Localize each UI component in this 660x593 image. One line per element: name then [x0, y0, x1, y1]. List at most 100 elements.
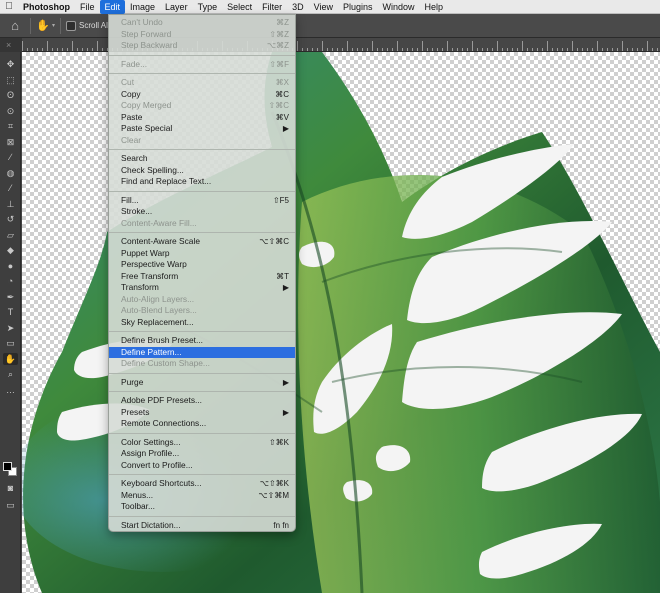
- scroll-all-checkbox[interactable]: [66, 21, 76, 31]
- menu-item-remote-connections[interactable]: Remote Connections...: [109, 418, 295, 429]
- menu-item-define-brush-preset[interactable]: Define Brush Preset...: [109, 335, 295, 346]
- menu-item-convert-to-profile[interactable]: Convert to Profile...: [109, 460, 295, 471]
- menu-item-start-dictation[interactable]: Start Dictation... fn fn: [109, 520, 295, 531]
- menu-item-can-t-undo[interactable]: Can't Undo ⌘Z: [109, 17, 295, 28]
- menu-item-step-backward[interactable]: Step Backward ⌥⌘Z: [109, 40, 295, 51]
- menu-filter[interactable]: Filter: [257, 0, 287, 14]
- menu-item-sky-replacement[interactable]: Sky Replacement...: [109, 317, 295, 328]
- menu-help[interactable]: Help: [420, 0, 449, 14]
- frame-tool-icon[interactable]: ⊠: [3, 136, 18, 148]
- menu-item-assign-profile[interactable]: Assign Profile...: [109, 448, 295, 459]
- ruler-tick: [387, 48, 388, 51]
- menu-item-copy-merged[interactable]: Copy Merged ⇧⌘C: [109, 100, 295, 111]
- brush-tool-icon[interactable]: ⁄: [3, 182, 18, 194]
- menu-edit[interactable]: Edit: [99, 0, 126, 14]
- history-brush-tool-icon[interactable]: ↺: [3, 213, 18, 225]
- menu-window[interactable]: Window: [378, 0, 420, 14]
- type-tool-icon[interactable]: T: [3, 306, 18, 318]
- apple-icon[interactable]: : [0, 1, 18, 12]
- menu-separator: [109, 190, 295, 192]
- move-tool-icon[interactable]: ✥: [3, 58, 18, 70]
- menu-item-keyboard-shortcuts[interactable]: Keyboard Shortcuts... ⌥⇧⌘K: [109, 478, 295, 489]
- menu-file[interactable]: File: [75, 0, 100, 14]
- hand-tool-icon[interactable]: ✋: [3, 352, 18, 365]
- menu-item-fill[interactable]: Fill... ⇧F5: [109, 195, 295, 206]
- menu-item-puppet-warp[interactable]: Puppet Warp: [109, 248, 295, 259]
- ruler-tick: [417, 48, 418, 51]
- menu-item-cut[interactable]: Cut ⌘X: [109, 77, 295, 88]
- chevron-down-icon[interactable]: ▾: [52, 18, 55, 34]
- marquee-tool-icon[interactable]: ⬚: [3, 74, 18, 86]
- menu-item-copy[interactable]: Copy ⌘C: [109, 89, 295, 100]
- zoom-tool-icon[interactable]: ⌕: [3, 368, 18, 380]
- ruler-tick: [32, 48, 33, 51]
- eraser-tool-icon[interactable]: ▱: [3, 229, 18, 241]
- hand-tool-preset-icon[interactable]: ✋: [36, 18, 50, 34]
- menu-item-auto-blend-layers[interactable]: Auto-Blend Layers...: [109, 305, 295, 316]
- menu-item-toolbar[interactable]: Toolbar...: [109, 501, 295, 512]
- crop-tool-icon[interactable]: ⌗: [3, 120, 18, 132]
- menu-item-shortcut: ⌥⌘Z: [266, 41, 289, 50]
- ruler-tick: [632, 48, 633, 51]
- menu-item-clear[interactable]: Clear: [109, 135, 295, 146]
- ruler-tick: [487, 48, 488, 51]
- ruler-tick: [592, 48, 593, 51]
- menu-image[interactable]: Image: [125, 0, 160, 14]
- menu-3d[interactable]: 3D: [287, 0, 309, 14]
- menu-item-menus[interactable]: Menus... ⌥⇧⌘M: [109, 490, 295, 501]
- paint-bucket-tool-icon[interactable]: ◆: [3, 244, 18, 256]
- menu-item-shortcut: ⌘Z: [276, 18, 289, 27]
- menu-item-transform[interactable]: Transform ▶: [109, 282, 295, 293]
- quick-select-tool-icon[interactable]: ⊙: [3, 105, 18, 117]
- foreground-color-swatch[interactable]: [3, 462, 12, 471]
- menu-type[interactable]: Type: [193, 0, 223, 14]
- menu-item-label: Auto-Blend Layers...: [121, 305, 197, 315]
- eyedropper-tool-icon[interactable]: ∕: [3, 151, 18, 163]
- menu-item-free-transform[interactable]: Free Transform ⌘T: [109, 271, 295, 282]
- clone-stamp-tool-icon[interactable]: ⊥: [3, 198, 18, 210]
- ruler-tick: [67, 48, 68, 51]
- menu-item-color-settings[interactable]: Color Settings... ⇧⌘K: [109, 437, 295, 448]
- home-icon[interactable]: ⌂: [7, 18, 23, 34]
- path-select-tool-icon[interactable]: ➤: [3, 322, 18, 334]
- menu-item-stroke[interactable]: Stroke...: [109, 206, 295, 217]
- ruler-tick: [42, 48, 43, 51]
- menu-item-purge[interactable]: Purge ▶: [109, 377, 295, 388]
- menu-item-perspective-warp[interactable]: Perspective Warp: [109, 259, 295, 270]
- more-tools-icon[interactable]: …: [3, 384, 18, 396]
- menu-item-paste-special[interactable]: Paste Special ▶: [109, 123, 295, 134]
- menu-view[interactable]: View: [309, 0, 338, 14]
- menu-item-content-aware-fill[interactable]: Content-Aware Fill...: [109, 218, 295, 229]
- menu-item-paste[interactable]: Paste ⌘V: [109, 112, 295, 123]
- menu-item-step-forward[interactable]: Step Forward ⇧⌘Z: [109, 29, 295, 40]
- menu-item-content-aware-scale[interactable]: Content-Aware Scale ⌥⇧⌘C: [109, 236, 295, 247]
- ruler-tick: [397, 41, 398, 51]
- menu-item-label: Convert to Profile...: [121, 459, 193, 470]
- menu-item-adobe-pdf-presets[interactable]: Adobe PDF Presets...: [109, 395, 295, 406]
- menu-item-fade[interactable]: Fade... ⇧⌘F: [109, 59, 295, 70]
- menu-plugins[interactable]: Plugins: [338, 0, 378, 14]
- menu-item-label: Clear: [121, 134, 142, 145]
- menu-select[interactable]: Select: [222, 0, 257, 14]
- quick-mask-icon[interactable]: ◙: [3, 482, 18, 494]
- menu-item-find-and-replace-text[interactable]: Find and Replace Text...: [109, 176, 295, 187]
- menu-item-auto-align-layers[interactable]: Auto-Align Layers...: [109, 294, 295, 305]
- lasso-tool-icon[interactable]: ʘ: [3, 89, 18, 101]
- dodge-tool-icon[interactable]: ◔: [3, 275, 18, 287]
- menu-photoshop[interactable]: Photoshop: [18, 0, 75, 14]
- menu-separator: [109, 515, 295, 517]
- menu-item-presets[interactable]: Presets ▶: [109, 407, 295, 418]
- pen-tool-icon[interactable]: ✒: [3, 291, 18, 303]
- menu-item-define-custom-shape[interactable]: Define Custom Shape...: [109, 358, 295, 369]
- shape-tool-icon[interactable]: ▭: [3, 337, 18, 349]
- close-icon[interactable]: ×: [6, 38, 11, 52]
- ruler-tick: [332, 48, 333, 51]
- menu-layer[interactable]: Layer: [160, 0, 193, 14]
- ruler-tick: [552, 48, 553, 51]
- menu-item-check-spelling[interactable]: Check Spelling...: [109, 165, 295, 176]
- menu-item-define-pattern[interactable]: Define Pattern...: [109, 346, 295, 358]
- screen-mode-icon[interactable]: ▭: [3, 499, 18, 511]
- menu-item-search[interactable]: Search: [109, 153, 295, 164]
- healing-brush-tool-icon[interactable]: ◍: [3, 167, 18, 179]
- blur-tool-icon[interactable]: ●: [3, 260, 18, 272]
